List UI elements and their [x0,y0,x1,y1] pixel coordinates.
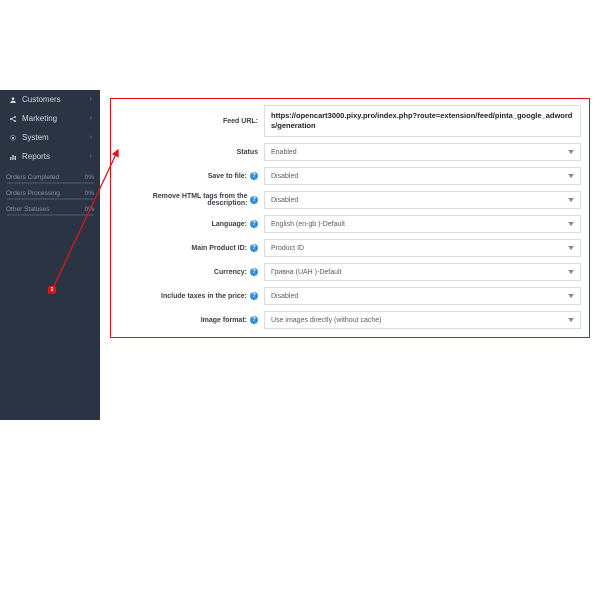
sidebar-item-label: Customers [22,95,61,104]
field-label: Language:? [119,220,264,228]
help-icon[interactable]: ? [250,268,258,276]
help-icon[interactable]: ? [250,292,258,300]
sidebar-item-system[interactable]: System › [0,128,100,147]
user-icon [8,95,17,104]
sidebar-item-label: Marketing [22,114,57,123]
stat-label: Orders Processing [6,190,60,197]
feed-url-box[interactable]: https://opencart3000.pixy.pro/index.php?… [264,105,581,137]
stat-value: 0% [85,206,94,213]
stat-row: Orders Completed 0% [6,172,94,182]
save-file-select[interactable]: Disabled [264,167,581,185]
field-label: Status [119,149,264,156]
field-label: Include taxes in the price:? [119,292,264,300]
remove-html-select[interactable]: Disabled [264,191,581,209]
sidebar-item-reports[interactable]: Reports › [0,147,100,166]
chevron-right-icon: › [90,134,92,141]
help-icon[interactable]: ? [250,220,258,228]
sidebar-stats: Orders Completed 0% Orders Processing 0%… [0,172,100,220]
stat-row: Orders Processing 0% [6,188,94,198]
chevron-right-icon: › [90,153,92,160]
field-label-feed-url: Feed URL: [119,118,264,125]
help-icon[interactable]: ? [250,244,258,252]
language-select[interactable]: English (en-gb )-Default [264,215,581,233]
currency-select[interactable]: Гривна (UAH )-Default [264,263,581,281]
stat-value: 0% [85,190,94,197]
include-taxes-select[interactable]: Disabled [264,287,581,305]
field-label: Remove HTML tags from the description:? [119,193,264,207]
gear-icon [8,133,17,142]
help-icon[interactable]: ? [250,196,258,204]
sidebar-item-label: Reports [22,152,50,161]
field-label: Main Product ID:? [119,244,264,252]
sidebar: Customers › Marketing › System › [0,90,100,420]
chevron-right-icon: › [90,115,92,122]
field-label: Image format:? [119,316,264,324]
field-label: Save to file:? [119,172,264,180]
stat-label: Orders Completed [6,174,59,181]
share-icon [8,114,17,123]
main-product-id-select[interactable]: Product ID [264,239,581,257]
annotation-marker: 2 [48,286,56,294]
image-format-select[interactable]: Use images directly (without cache) [264,311,581,329]
help-icon[interactable]: ? [250,316,258,324]
status-select[interactable]: Enabled [264,143,581,161]
chevron-right-icon: › [90,96,92,103]
stat-value: 0% [85,174,94,181]
sidebar-item-label: System [22,133,49,142]
stat-label: Other Statuses [6,206,49,213]
help-icon[interactable]: ? [250,172,258,180]
stat-row: Other Statuses 0% [6,204,94,214]
settings-form: Feed URL: https://opencart3000.pixy.pro/… [110,98,590,338]
chart-icon [8,152,17,161]
main-panel: Feed URL: https://opencart3000.pixy.pro/… [100,90,600,420]
sidebar-item-marketing[interactable]: Marketing › [0,109,100,128]
field-label: Currency:? [119,268,264,276]
sidebar-item-customers[interactable]: Customers › [0,90,100,109]
